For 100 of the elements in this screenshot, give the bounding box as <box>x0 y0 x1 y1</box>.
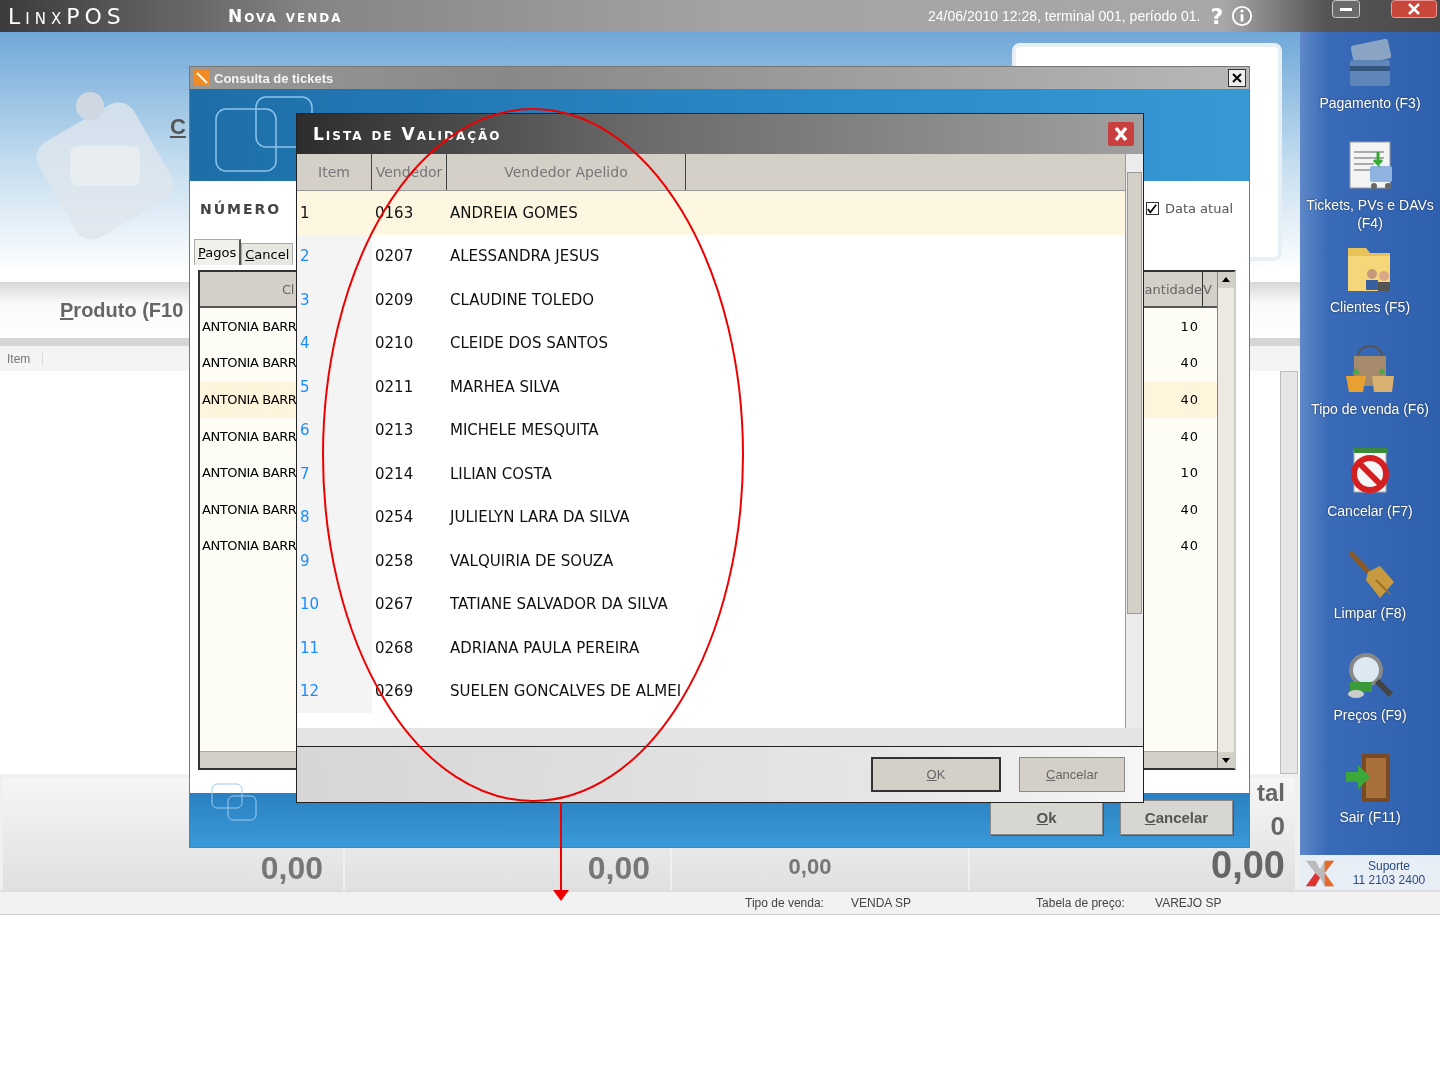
table-cell: ALESSANDRA JESUS <box>450 247 600 266</box>
scroll-down-icon[interactable] <box>1218 752 1234 768</box>
row-number: 7 <box>297 452 372 496</box>
table-row[interactable]: 3 0209 CLAUDINE TOLEDO <box>297 278 1125 322</box>
table-cell-text: 0207 <box>374 247 415 266</box>
window-title: Consulta de tickets <box>214 70 335 86</box>
row-number: 10 <box>297 582 372 626</box>
scroll-up-icon[interactable] <box>1218 272 1234 288</box>
table-cell-text: ANTONIA BARR <box>201 428 298 444</box>
current-date-checkbox[interactable]: Data atual <box>1145 201 1233 216</box>
row-number: 5 <box>297 365 372 409</box>
total-label: tal <box>1257 779 1285 807</box>
table-row[interactable]: 10 0267 TATIANE SALVADOR DA SILVA <box>297 582 1125 626</box>
table-cell-text: 10 <box>1179 465 1200 481</box>
table-cell: SUELEN GONCALVES DE ALMEI <box>450 682 682 701</box>
table-row[interactable]: 2 0207 ALESSANDRA JESUS <box>297 234 1125 278</box>
table-row[interactable]: 5 0211 MARHEA SILVA <box>297 365 1125 409</box>
tab[interactable]: Cancel <box>241 243 294 265</box>
table-cell: LILIAN COSTA <box>450 464 552 483</box>
scrollbar[interactable] <box>1280 371 1298 774</box>
scrollbar[interactable] <box>297 728 1143 747</box>
table-cell: CLEIDE DOS SANTOS <box>450 334 608 353</box>
session-info: 24/06/2010 12:28, terminal 001, período 01. <box>928 8 1201 24</box>
product-label[interactable]: Produto (F10 <box>60 298 184 322</box>
dialog-button[interactable]: Cancelar <box>1019 757 1125 792</box>
row-number: 2 <box>297 234 372 278</box>
amount: 0,00 <box>587 852 650 884</box>
action-button[interactable]: Limpar (F8) <box>1300 546 1440 648</box>
dialog-button[interactable]: Cancelar <box>1120 800 1233 835</box>
window-title: Nova venda <box>228 6 344 26</box>
table-row[interactable]: 9 0258 VALQUIRIA DE SOUZA <box>297 539 1125 583</box>
row-number: 9 <box>297 539 372 583</box>
support-phone: 11 2103 2400 <box>1352 872 1426 887</box>
column-header: Item <box>0 351 44 366</box>
row-number: 12 <box>297 669 372 713</box>
table-cell: ANDREIA GOMES <box>450 203 578 222</box>
tab[interactable]: Pagos <box>194 239 242 265</box>
action-button[interactable]: Cancelar (F7) <box>1300 444 1440 546</box>
table-cell-text: 40 <box>1179 501 1200 517</box>
table-row[interactable]: 8 0254 JULIELYN LARA DA SILVA <box>297 495 1125 539</box>
action-button[interactable]: Pagamento (F3) <box>1300 36 1440 138</box>
table-cell-text: 0214 <box>374 464 415 483</box>
table-cell-text: 0211 <box>374 377 415 396</box>
column-header[interactable]: Item <box>297 154 372 190</box>
table-cell-text: 0213 <box>374 421 415 440</box>
row-number: 4 <box>297 321 372 365</box>
dialog-button[interactable]: OK <box>871 757 1001 792</box>
action-button[interactable]: Tipo de venda (F6) <box>1300 342 1440 444</box>
action-button[interactable]: Clientes (F5) <box>1300 240 1440 342</box>
minimize-icon[interactable] <box>1332 0 1360 18</box>
table-cell-text: 0254 <box>374 508 415 527</box>
amount: 0,00 <box>788 856 832 878</box>
status-value: VENDA SP <box>851 896 912 910</box>
table-row[interactable]: 11 0268 ADRIANA PAULA PEREIRA <box>297 626 1125 670</box>
table-cell-text: 40 <box>1179 392 1200 407</box>
status-label: Tabela de preço: <box>1036 896 1126 910</box>
table-row[interactable]: 6 0213 MICHELE MESQUITA <box>297 408 1125 452</box>
table-cell: MICHELE MESQUITA <box>450 421 599 440</box>
app-icon <box>194 70 210 86</box>
table-cell-text: 0209 <box>374 290 415 309</box>
table-cell-text: ANTONIA BARR <box>201 501 298 517</box>
table-cell: CLAUDINE TOLEDO <box>450 290 595 309</box>
app-logo: LinxPOS <box>8 3 127 29</box>
total-amount: 0,00 <box>1211 846 1285 884</box>
table-cell-text: ANTONIA BARR <box>201 318 298 334</box>
table-cell: ADRIANA PAULA PEREIRA <box>450 638 640 657</box>
status-label: Tipo de venda: <box>745 896 825 910</box>
table-row[interactable]: 7 0214 LILIAN COSTA <box>297 452 1125 496</box>
action-button[interactable]: Preços (F9) <box>1300 648 1440 750</box>
table-cell-text: 10 <box>1179 318 1200 334</box>
table-cell-text: ANTONIA BARR <box>201 465 298 481</box>
support-label: Suporte <box>1368 858 1410 873</box>
table-row[interactable]: 4 0210 CLEIDE DOS SANTOS <box>297 321 1125 365</box>
amount: 0,00 <box>260 852 323 884</box>
action-button[interactable]: Tickets, PVs e DAVs (F4) <box>1300 138 1440 240</box>
close-icon[interactable] <box>1228 69 1246 87</box>
info-icon[interactable] <box>1231 5 1254 27</box>
field-label: NÚMERO <box>200 200 282 217</box>
column-header: Cl <box>281 280 295 299</box>
table-cell-text: 0268 <box>374 638 415 657</box>
table-cell: JULIELYN LARA DA SILVA <box>450 508 630 527</box>
checkbox[interactable] <box>1145 202 1159 215</box>
column-header: V <box>1203 280 1213 299</box>
vertical-scrollbar[interactable] <box>1217 272 1234 768</box>
column-header[interactable]: Vendedor Apelido <box>447 154 686 190</box>
logo-drawing <box>210 782 260 822</box>
table-cell: MARHEA SILVA <box>450 377 560 396</box>
section-label: C <box>170 114 186 140</box>
scrollbar[interactable] <box>1125 154 1143 728</box>
status-value: VAREJO SP <box>1155 896 1222 910</box>
table-cell-text: 40 <box>1179 538 1200 554</box>
table-cell-text: 0210 <box>374 334 415 353</box>
table-cell-text: ANTONIA BARR <box>201 392 298 407</box>
row-number: 8 <box>297 495 372 539</box>
row-number: 3 <box>297 278 372 322</box>
action-button[interactable]: Sair (F11) <box>1300 750 1440 852</box>
table-cell-text: ANTONIA BARR <box>201 538 298 554</box>
table-cell-text: 40 <box>1179 355 1200 371</box>
table-cell: TATIANE SALVADOR DA SILVA <box>450 595 668 614</box>
table-cell-text: 40 <box>1179 428 1200 444</box>
